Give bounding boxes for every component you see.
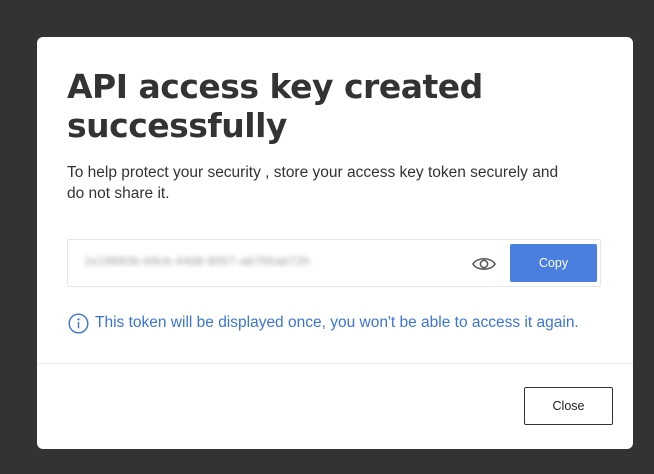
eye-icon[interactable] (471, 253, 497, 275)
api-key-created-dialog: API access key created successfully To h… (37, 37, 633, 449)
notice-text: This token will be displayed once, you w… (95, 314, 579, 331)
footer-divider (37, 363, 633, 364)
dialog-title: API access key created successfully (67, 67, 483, 145)
token-field: 1e19893b-b9cb-44d8-8007-ab765ab72h Copy (67, 239, 601, 287)
info-icon (68, 312, 89, 334)
token-notice: This token will be displayed once, you w… (68, 312, 579, 334)
copy-button[interactable]: Copy (510, 244, 597, 282)
dialog-body: API access key created successfully To h… (37, 37, 633, 363)
dialog-description: To help protect your security , store yo… (67, 164, 559, 202)
close-button[interactable]: Close (524, 387, 613, 425)
token-value[interactable]: 1e19893b-b9cb-44d8-8007-ab765ab72h (84, 254, 310, 268)
